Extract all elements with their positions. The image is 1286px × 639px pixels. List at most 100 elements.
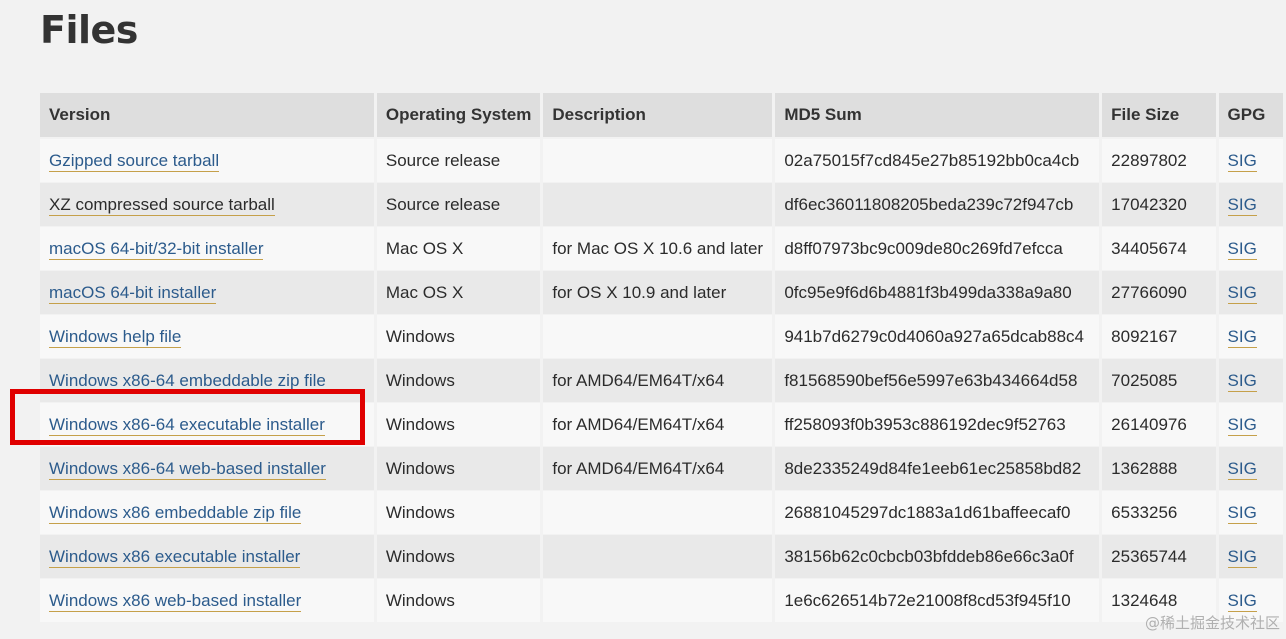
file-download-cell: Windows x86 executable installer bbox=[40, 535, 374, 579]
md5-sum-text: df6ec36011808205beda239c72f947cb bbox=[784, 194, 1074, 214]
file-download-link[interactable]: macOS 64-bit/32-bit installer bbox=[49, 238, 264, 260]
operating-system-cell: Source release bbox=[376, 139, 541, 183]
description-text: for AMD64/EM64T/x64 bbox=[552, 370, 725, 390]
gpg-signature-cell: SIG bbox=[1218, 359, 1283, 403]
md5-sum-cell: 8de2335249d84fe1eeb61ec25858bd82 bbox=[775, 447, 1100, 491]
operating-system-cell: Windows bbox=[376, 359, 541, 403]
file-size-cell: 17042320 bbox=[1102, 183, 1216, 227]
table-header-row: Version Operating System Description MD5… bbox=[40, 93, 1283, 139]
operating-system-cell: Windows bbox=[376, 447, 541, 491]
column-header-md5-sum[interactable]: MD5 Sum bbox=[775, 93, 1100, 139]
md5-sum-text: 26881045297dc1883a1d61baffeecaf0 bbox=[784, 502, 1071, 522]
operating-system-text: Windows bbox=[385, 458, 455, 478]
file-download-link[interactable]: Windows x86-64 web-based installer bbox=[49, 458, 326, 480]
gpg-signature-cell: SIG bbox=[1218, 139, 1283, 183]
gpg-signature-link[interactable]: SIG bbox=[1227, 282, 1257, 304]
gpg-signature-cell: SIG bbox=[1218, 447, 1283, 491]
md5-sum-cell: 0fc95e9f6d6b4881f3b499da338a9a80 bbox=[775, 271, 1100, 315]
gpg-signature-link[interactable]: SIG bbox=[1227, 194, 1257, 216]
gpg-signature-link[interactable]: SIG bbox=[1227, 590, 1257, 612]
md5-sum-text: 02a75015f7cd845e27b85192bb0ca4cb bbox=[784, 150, 1080, 170]
gpg-signature-cell: SIG bbox=[1218, 403, 1283, 447]
watermark: @稀土掘金技术社区 bbox=[1144, 614, 1280, 632]
description-cell bbox=[543, 315, 773, 359]
file-size-text: 1324648 bbox=[1111, 590, 1178, 610]
gpg-signature-link[interactable]: SIG bbox=[1227, 150, 1257, 172]
md5-sum-cell: d8ff07973bc9c009de80c269fd7efcca bbox=[775, 227, 1100, 271]
operating-system-cell: Mac OS X bbox=[376, 227, 541, 271]
file-download-cell: XZ compressed source tarball bbox=[40, 183, 374, 227]
column-header-description[interactable]: Description bbox=[543, 93, 773, 139]
operating-system-cell: Windows bbox=[376, 403, 541, 447]
operating-system-text: Windows bbox=[385, 502, 455, 522]
file-download-link[interactable]: Windows x86 web-based installer bbox=[49, 590, 302, 612]
file-download-link[interactable]: Gzipped source tarball bbox=[49, 150, 220, 172]
file-size-cell: 1362888 bbox=[1102, 447, 1216, 491]
description-cell: for AMD64/EM64T/x64 bbox=[543, 447, 773, 491]
md5-sum-cell: 26881045297dc1883a1d61baffeecaf0 bbox=[775, 491, 1100, 535]
gpg-signature-cell: SIG bbox=[1218, 535, 1283, 579]
file-download-link[interactable]: XZ compressed source tarball bbox=[49, 194, 275, 216]
file-download-link[interactable]: Windows x86 executable installer bbox=[49, 546, 301, 568]
md5-sum-cell: df6ec36011808205beda239c72f947cb bbox=[775, 183, 1100, 227]
operating-system-text: Source release bbox=[385, 194, 501, 214]
table-row: Windows x86 web-based installer Windows 1e… bbox=[40, 579, 1283, 623]
column-header-version[interactable]: Version bbox=[40, 93, 374, 139]
description-cell bbox=[543, 139, 773, 183]
gpg-signature-link[interactable]: SIG bbox=[1227, 414, 1257, 436]
operating-system-cell: Source release bbox=[376, 183, 541, 227]
md5-sum-text: 38156b62c0cbcb03bfddeb86e66c3a0f bbox=[784, 546, 1074, 566]
file-size-text: 17042320 bbox=[1111, 194, 1187, 214]
file-download-link[interactable]: Windows help file bbox=[49, 326, 182, 348]
gpg-signature-link[interactable]: SIG bbox=[1227, 326, 1257, 348]
md5-sum-text: 8de2335249d84fe1eeb61ec25858bd82 bbox=[784, 458, 1082, 478]
md5-sum-text: 1e6c626514b72e21008f8cd53f945f10 bbox=[784, 590, 1071, 610]
operating-system-text: Windows bbox=[385, 590, 455, 610]
md5-sum-cell: 1e6c626514b72e21008f8cd53f945f10 bbox=[775, 579, 1100, 623]
file-download-cell: Windows x86 embeddable zip file bbox=[40, 491, 374, 535]
file-size-text: 8092167 bbox=[1111, 326, 1178, 346]
table-row: XZ compressed source tarball Source relea… bbox=[40, 183, 1283, 227]
file-size-text: 27766090 bbox=[1111, 282, 1187, 302]
file-download-link[interactable]: macOS 64-bit installer bbox=[49, 282, 217, 304]
column-header-file-size[interactable]: File Size bbox=[1102, 93, 1216, 139]
file-size-cell: 7025085 bbox=[1102, 359, 1216, 403]
table-row: Gzipped source tarball Source release 02a7… bbox=[40, 139, 1283, 183]
gpg-signature-link[interactable]: SIG bbox=[1227, 502, 1257, 524]
column-header-gpg[interactable]: GPG bbox=[1218, 93, 1283, 139]
file-size-text: 34405674 bbox=[1111, 238, 1187, 258]
description-text: for AMD64/EM64T/x64 bbox=[552, 458, 725, 478]
md5-sum-text: 0fc95e9f6d6b4881f3b499da338a9a80 bbox=[784, 282, 1072, 302]
description-cell bbox=[543, 491, 773, 535]
gpg-signature-link[interactable]: SIG bbox=[1227, 370, 1257, 392]
description-text: for Mac OS X 10.6 and later bbox=[552, 238, 764, 258]
table-row: macOS 64-bit/32-bit installer Mac OS X for… bbox=[40, 227, 1283, 271]
operating-system-cell: Windows bbox=[376, 535, 541, 579]
md5-sum-cell: f81568590bef56e5997e63b434664d58 bbox=[775, 359, 1100, 403]
gpg-signature-link[interactable]: SIG bbox=[1227, 238, 1257, 260]
file-download-link[interactable]: Windows x86 embeddable zip file bbox=[49, 502, 302, 524]
operating-system-text: Windows bbox=[385, 546, 455, 566]
operating-system-text: Source release bbox=[385, 150, 501, 170]
md5-sum-text: f81568590bef56e5997e63b434664d58 bbox=[784, 370, 1078, 390]
file-download-cell: Windows x86-64 web-based installer bbox=[40, 447, 374, 491]
operating-system-text: Windows bbox=[385, 414, 455, 434]
gpg-signature-link[interactable]: SIG bbox=[1227, 458, 1257, 480]
file-download-cell: macOS 64-bit installer bbox=[40, 271, 374, 315]
description-cell: for AMD64/EM64T/x64 bbox=[543, 403, 773, 447]
highlight-box bbox=[10, 389, 365, 445]
gpg-signature-cell: SIG bbox=[1218, 491, 1283, 535]
column-header-operating-system[interactable]: Operating System bbox=[376, 93, 541, 139]
operating-system-text: Windows bbox=[385, 326, 455, 346]
md5-sum-text: d8ff07973bc9c009de80c269fd7efcca bbox=[784, 238, 1063, 258]
md5-sum-cell: 02a75015f7cd845e27b85192bb0ca4cb bbox=[775, 139, 1100, 183]
table-row: Windows x86-64 web-based installer Window… bbox=[40, 447, 1283, 491]
description-text: for OS X 10.9 and later bbox=[552, 282, 727, 302]
description-cell bbox=[543, 535, 773, 579]
gpg-signature-cell: SIG bbox=[1218, 271, 1283, 315]
gpg-signature-link[interactable]: SIG bbox=[1227, 546, 1257, 568]
file-download-cell: Windows help file bbox=[40, 315, 374, 359]
gpg-signature-cell: SIG bbox=[1218, 183, 1283, 227]
table-row: Windows help file Windows 941b7d6279c0d406… bbox=[40, 315, 1283, 359]
table-row: Windows x86 executable installer Windows 3… bbox=[40, 535, 1283, 579]
